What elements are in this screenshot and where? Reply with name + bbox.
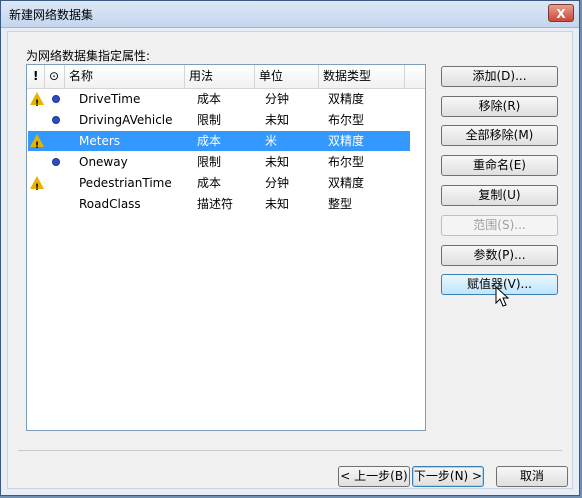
next-button[interactable]: 下一步(N) >	[412, 466, 484, 487]
attribute-info-icon	[52, 116, 60, 124]
title-bar: 新建网络数据集 X	[1, 1, 579, 28]
row-usage: 限制	[197, 155, 222, 169]
copy-button[interactable]: 复制(U)	[441, 185, 558, 206]
attributes-prompt: 为网络数据集指定属性:	[26, 49, 151, 63]
remove-button[interactable]: 移除(R)	[441, 96, 558, 117]
table-row[interactable]: DrivingAVehicle 限制 未知 布尔型	[28, 110, 410, 130]
table-row[interactable]: ! PedestrianTime 成本 分钟 双精度	[28, 173, 410, 193]
row-unit: 分钟	[265, 176, 290, 190]
row-usage: 描述符	[197, 197, 234, 211]
header-type[interactable]: 数据类型	[319, 65, 405, 88]
row-usage: 成本	[197, 92, 222, 106]
row-type: 双精度	[328, 176, 365, 190]
row-name: DrivingAVehicle	[79, 113, 173, 127]
table-row[interactable]: RoadClass 描述符 未知 整型	[28, 194, 410, 214]
warning-icon: !	[30, 92, 44, 109]
row-name: DriveTime	[79, 92, 141, 106]
header-unit[interactable]: 单位	[255, 65, 319, 88]
parameters-button[interactable]: 参数(P)...	[441, 245, 558, 266]
remove-all-button[interactable]: 全部移除(M)	[441, 125, 558, 146]
row-usage: 成本	[197, 176, 222, 190]
dialog-body: 为网络数据集指定属性: ! ⊙ 名称 用法 单位 数据类型 ! DriveTime…	[7, 31, 573, 489]
row-type: 布尔型	[328, 113, 365, 127]
header-warning[interactable]: !	[27, 65, 45, 88]
cancel-button[interactable]: 取消	[496, 466, 568, 487]
row-unit: 未知	[265, 197, 290, 211]
row-name: RoadClass	[79, 197, 141, 211]
range-button[interactable]: 范围(S)...	[441, 215, 558, 236]
row-name: PedestrianTime	[79, 176, 172, 190]
mouse-cursor-icon	[495, 286, 510, 307]
list-header: ! ⊙ 名称 用法 单位 数据类型	[27, 65, 425, 89]
dialog-window: 新建网络数据集 X 为网络数据集指定属性: ! ⊙ 名称 用法 单位 数据类型 …	[0, 0, 580, 496]
row-unit: 分钟	[265, 92, 290, 106]
attribute-info-icon	[52, 158, 60, 166]
window-title: 新建网络数据集	[9, 8, 94, 22]
row-usage: 成本	[197, 134, 222, 148]
header-name[interactable]: 名称	[65, 65, 185, 88]
warning-icon: !	[30, 176, 44, 193]
row-unit: 未知	[265, 113, 290, 127]
table-row[interactable]: ! DriveTime 成本 分钟 双精度	[28, 89, 410, 109]
add-button[interactable]: 添加(D)...	[441, 66, 558, 87]
warning-icon: !	[30, 134, 44, 151]
attribute-info-icon	[52, 95, 60, 103]
row-unit: 米	[265, 134, 278, 148]
row-type: 双精度	[328, 92, 365, 106]
row-type: 布尔型	[328, 155, 365, 169]
rename-button[interactable]: 重命名(E)	[441, 155, 558, 176]
header-info[interactable]: ⊙	[45, 65, 65, 88]
close-button[interactable]: X	[548, 4, 574, 22]
row-name: Meters	[79, 134, 121, 148]
table-row[interactable]: Oneway 限制 未知 布尔型	[28, 152, 410, 172]
attributes-list[interactable]: ! ⊙ 名称 用法 单位 数据类型 ! DriveTime 成本 分钟 双精度 Drivi…	[26, 64, 426, 431]
row-usage: 限制	[197, 113, 222, 127]
bottom-separator	[18, 450, 562, 451]
row-type: 双精度	[328, 134, 365, 148]
back-button[interactable]: < 上一步(B)	[338, 466, 410, 487]
row-unit: 未知	[265, 155, 290, 169]
row-name: Oneway	[79, 155, 128, 169]
header-usage[interactable]: 用法	[185, 65, 255, 88]
table-row[interactable]: ! Meters 成本 米 双精度	[28, 131, 410, 151]
row-type: 整型	[328, 197, 353, 211]
